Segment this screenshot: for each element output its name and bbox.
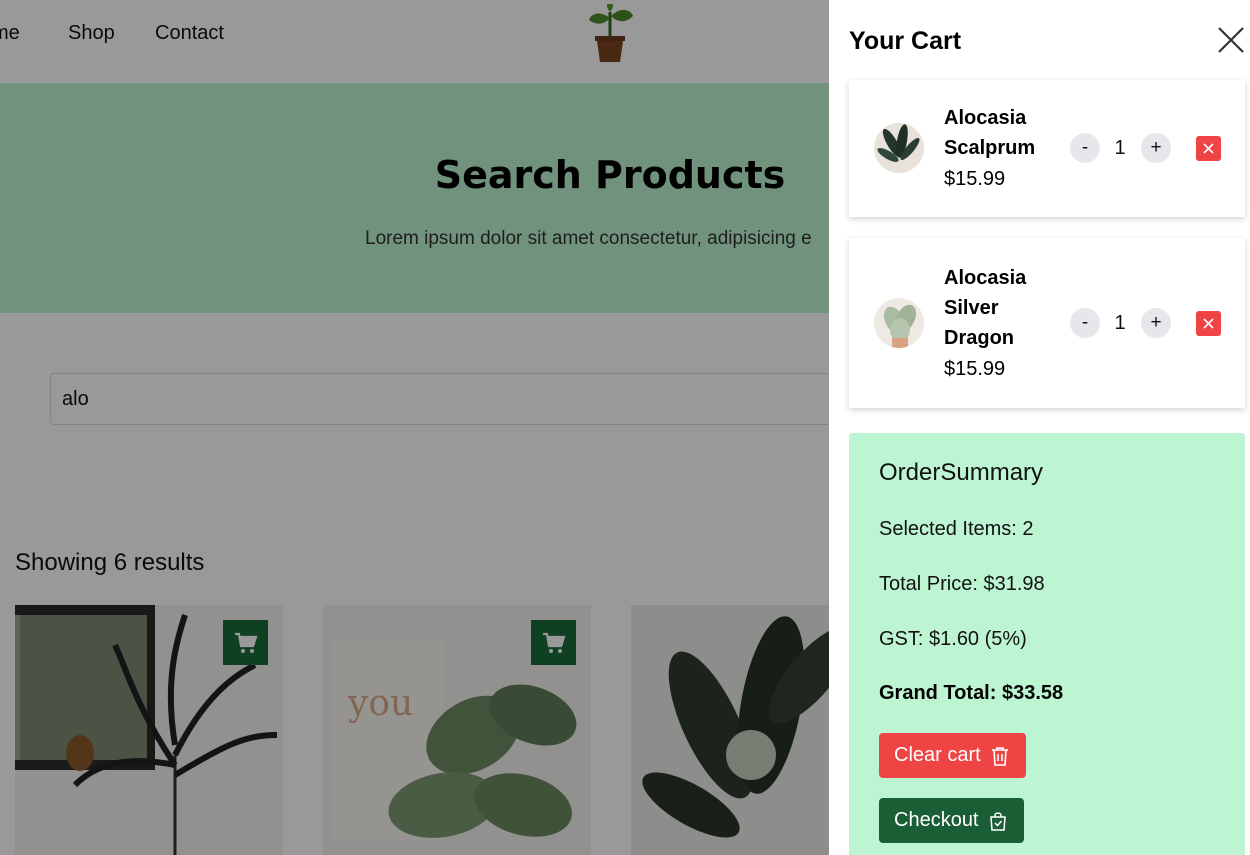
cart-drawer: Your Cart Alocasia Scalprum $15.99 - 1 +	[829, 0, 1250, 855]
increase-quantity-button[interactable]: +	[1141, 308, 1171, 338]
remove-icon	[1203, 143, 1214, 154]
remove-item-button[interactable]	[1196, 136, 1221, 161]
cart-item-price: $15.99	[944, 358, 1006, 380]
checkout-label: Checkout	[894, 809, 979, 831]
remove-item-button[interactable]	[1196, 311, 1221, 336]
decrease-quantity-button[interactable]: -	[1070, 133, 1100, 163]
increase-quantity-button[interactable]: +	[1141, 133, 1171, 163]
quantity-value: 1	[1114, 312, 1126, 334]
gst-amount: GST: $1.60 (5%)	[879, 628, 1027, 650]
cart-item: Alocasia Silver Dragon $15.99 - 1 +	[849, 238, 1245, 408]
cart-item-price: $15.99	[944, 168, 1006, 190]
cart-item-name: Alocasia Silver Dragon	[944, 267, 1027, 349]
cart-item-name: Alocasia Scalprum	[944, 107, 1036, 159]
cart-item-thumbnail	[874, 298, 924, 348]
grand-total: Grand Total: $33.58	[879, 682, 1064, 704]
cart-title: Your Cart	[849, 27, 962, 55]
decrease-quantity-button[interactable]: -	[1070, 308, 1100, 338]
selected-items: Selected Items: 2	[879, 518, 1034, 540]
shopping-bag-icon	[989, 811, 1006, 831]
order-summary-title: OrderSummary	[879, 459, 1044, 486]
cart-item-thumbnail	[874, 123, 924, 173]
remove-icon	[1203, 318, 1214, 329]
checkout-button[interactable]: Checkout	[879, 798, 1024, 843]
order-summary: OrderSummary Selected Items: 2 Total Pri…	[849, 433, 1245, 855]
clear-cart-button[interactable]: Clear cart	[879, 733, 1026, 778]
cart-item: Alocasia Scalprum $15.99 - 1 +	[849, 80, 1245, 217]
trash-icon	[991, 746, 1008, 766]
quantity-value: 1	[1114, 137, 1126, 159]
total-price: Total Price: $31.98	[879, 573, 1045, 595]
close-icon[interactable]	[1215, 24, 1247, 56]
clear-cart-label: Clear cart	[894, 744, 981, 766]
